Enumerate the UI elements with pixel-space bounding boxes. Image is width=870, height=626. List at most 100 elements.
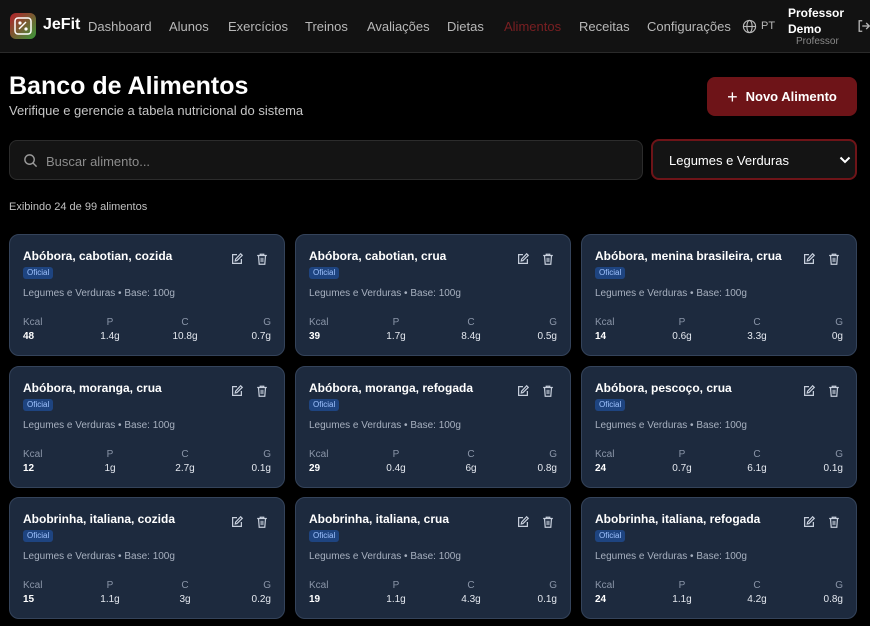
brand-name[interactable]: JeFit xyxy=(43,16,80,34)
trash-icon[interactable] xyxy=(255,515,269,529)
edit-icon[interactable] xyxy=(802,252,816,266)
macro-kcal-label: Kcal xyxy=(309,449,329,460)
macro-fat-label: G xyxy=(835,317,843,328)
food-card[interactable]: Abobrinha, italiana, cozida Oficial Legu… xyxy=(9,497,285,619)
nav-item-alimentos[interactable]: Alimentos xyxy=(504,19,561,34)
macro-carb: C 4.3g xyxy=(446,580,496,605)
edit-icon[interactable] xyxy=(516,252,530,266)
food-category-base: Legumes e Verduras • Base: 100g xyxy=(309,288,461,299)
macro-kcal-label: Kcal xyxy=(23,580,43,591)
food-card[interactable]: Abobrinha, italiana, crua Oficial Legume… xyxy=(295,497,571,619)
macro-fat-label: G xyxy=(263,580,271,591)
macro-protein-value: 0.6g xyxy=(672,331,692,342)
macro-kcal-label: Kcal xyxy=(309,317,329,328)
edit-icon[interactable] xyxy=(802,515,816,529)
official-badge: Oficial xyxy=(595,267,626,279)
food-card[interactable]: Abóbora, pescoço, crua Oficial Legumes e… xyxy=(581,366,857,488)
macro-kcal: Kcal 48 xyxy=(23,317,42,342)
food-name: Abóbora, moranga, refogada xyxy=(309,381,474,395)
language-switcher[interactable]: PT xyxy=(742,18,775,34)
food-category-base: Legumes e Verduras • Base: 100g xyxy=(595,551,747,562)
trash-icon[interactable] xyxy=(541,384,555,398)
macro-carb-value: 6g xyxy=(465,463,477,474)
food-card[interactable]: Abóbora, moranga, crua Oficial Legumes e… xyxy=(9,366,285,488)
nav-item-configuracoes[interactable]: Configurações xyxy=(647,19,731,34)
macro-carb: C 6g xyxy=(446,449,496,474)
macro-fat: G 0.1g xyxy=(538,580,557,605)
trash-icon[interactable] xyxy=(827,252,841,266)
macro-protein: P 1.1g xyxy=(90,580,130,605)
macro-protein-label: P xyxy=(106,449,114,460)
result-count: Exibindo 24 de 99 alimentos xyxy=(9,201,148,213)
trash-icon[interactable] xyxy=(541,515,555,529)
logout-icon[interactable] xyxy=(857,19,870,33)
category-select[interactable]: Legumes e Verduras xyxy=(651,139,857,180)
macro-fat: G 0.8g xyxy=(538,449,557,474)
macro-kcal: Kcal 19 xyxy=(309,580,328,605)
macro-fat-value: 0.2g xyxy=(251,594,271,605)
trash-icon[interactable] xyxy=(255,384,269,398)
plus-icon: + xyxy=(727,86,738,107)
macro-protein-label: P xyxy=(106,580,114,591)
macro-kcal-label: Kcal xyxy=(595,317,615,328)
macro-protein: P 0.7g xyxy=(662,449,702,474)
macro-protein-label: P xyxy=(106,317,114,328)
food-card[interactable]: Abóbora, moranga, refogada Oficial Legum… xyxy=(295,366,571,488)
macro-fat: G 0.8g xyxy=(824,580,843,605)
nav-item-dietas[interactable]: Dietas xyxy=(447,19,484,34)
macro-carb: C 10.8g xyxy=(160,317,210,342)
macro-fat-value: 0.7g xyxy=(251,331,271,342)
macro-protein: P 1.1g xyxy=(662,580,702,605)
macro-kcal: Kcal 24 xyxy=(595,580,614,605)
search-box[interactable] xyxy=(9,140,643,180)
nav-item-receitas[interactable]: Receitas xyxy=(579,19,630,34)
food-name: Abóbora, cabotian, crua xyxy=(309,249,447,263)
food-card[interactable]: Abóbora, menina brasileira, crua Oficial… xyxy=(581,234,857,356)
nav-item-treinos[interactable]: Treinos xyxy=(305,19,348,34)
nav-item-dashboard[interactable]: Dashboard xyxy=(88,19,152,34)
macro-carb-value: 6.1g xyxy=(747,463,767,474)
macro-fat-label: G xyxy=(263,317,271,328)
macro-kcal-value: 24 xyxy=(595,463,607,474)
trash-icon[interactable] xyxy=(827,515,841,529)
food-card[interactable]: Abóbora, cabotian, cozida Oficial Legume… xyxy=(9,234,285,356)
new-food-button[interactable]: + Novo Alimento xyxy=(707,77,857,116)
macro-protein-label: P xyxy=(392,449,400,460)
trash-icon[interactable] xyxy=(255,252,269,266)
food-name: Abóbora, pescoço, crua xyxy=(595,381,732,395)
nav-item-exercicios[interactable]: Exercícios xyxy=(228,19,288,34)
edit-icon[interactable] xyxy=(230,252,244,266)
page-subtitle: Verifique e gerencie a tabela nutriciona… xyxy=(9,103,304,118)
food-name: Abóbora, moranga, crua xyxy=(23,381,162,395)
nav-item-alunos[interactable]: Alunos xyxy=(169,19,209,34)
search-input[interactable] xyxy=(46,150,626,172)
macro-fat-value: 0.5g xyxy=(537,331,557,342)
official-badge: Oficial xyxy=(23,530,54,542)
edit-icon[interactable] xyxy=(230,515,244,529)
edit-icon[interactable] xyxy=(802,384,816,398)
official-badge: Oficial xyxy=(23,267,54,279)
macro-carb-value: 3.3g xyxy=(747,331,767,342)
food-name: Abobrinha, italiana, cozida xyxy=(23,512,176,526)
edit-icon[interactable] xyxy=(516,515,530,529)
official-badge: Oficial xyxy=(595,399,626,411)
macro-protein: P 1g xyxy=(90,449,130,474)
trash-icon[interactable] xyxy=(541,252,555,266)
food-category-base: Legumes e Verduras • Base: 100g xyxy=(595,420,747,431)
nav-item-avaliacoes[interactable]: Avaliações xyxy=(367,19,430,34)
edit-icon[interactable] xyxy=(516,384,530,398)
edit-icon[interactable] xyxy=(230,384,244,398)
food-card[interactable]: Abóbora, cabotian, crua Oficial Legumes … xyxy=(295,234,571,356)
app-logo-icon[interactable] xyxy=(10,13,36,39)
macro-fat-label: G xyxy=(549,317,557,328)
macro-protein-value: 0.7g xyxy=(672,463,692,474)
food-card[interactable]: Abobrinha, italiana, refogada Oficial Le… xyxy=(581,497,857,619)
new-food-button-label: Novo Alimento xyxy=(745,89,837,104)
user-role: Professor xyxy=(796,36,839,47)
food-category-base: Legumes e Verduras • Base: 100g xyxy=(309,420,461,431)
food-category-base: Legumes e Verduras • Base: 100g xyxy=(309,551,461,562)
macro-kcal-value: 24 xyxy=(595,594,607,605)
macro-carb: C 6.1g xyxy=(732,449,782,474)
macro-kcal: Kcal 15 xyxy=(23,580,42,605)
trash-icon[interactable] xyxy=(827,384,841,398)
